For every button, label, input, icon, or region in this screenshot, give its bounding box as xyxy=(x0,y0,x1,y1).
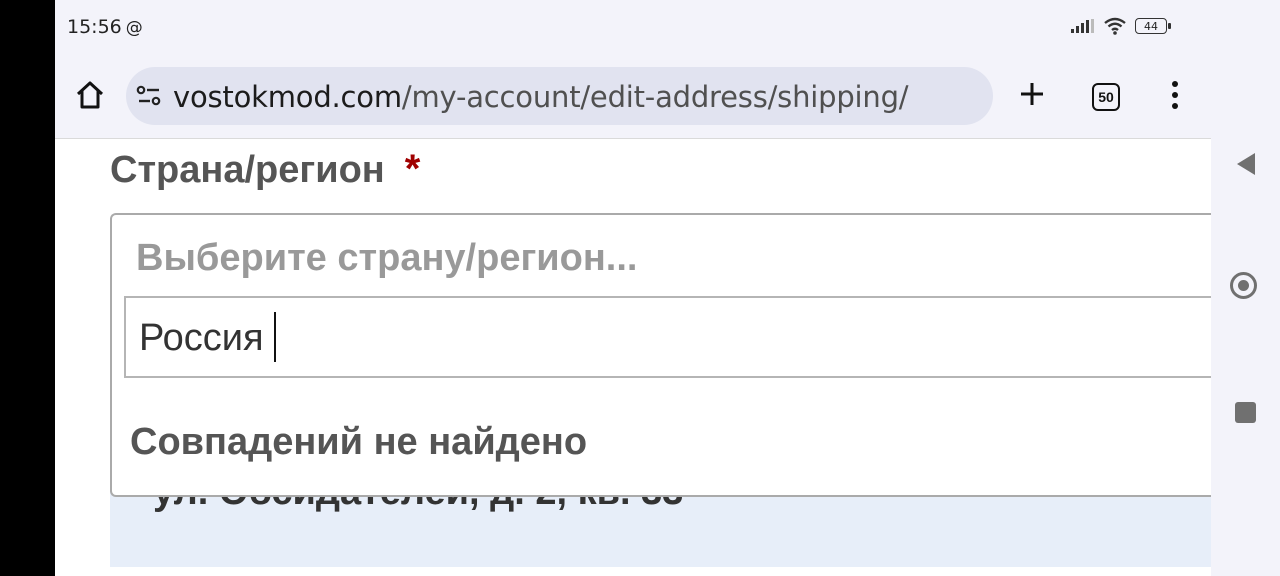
status-time: 15:56 @ xyxy=(67,16,143,38)
more-vert-icon[interactable] xyxy=(1165,81,1185,111)
battery-icon: 44 xyxy=(1135,18,1171,34)
country-search-input[interactable]: Россия xyxy=(124,296,1211,378)
back-icon[interactable] xyxy=(1235,151,1257,177)
select-placeholder[interactable]: Выберите страну/регион... xyxy=(136,237,637,280)
browser-screen: 15:56 @ 44 vostokmod.com/my-account/edit… xyxy=(55,0,1211,576)
url-path: /my-account/edit-address/shipping/ xyxy=(401,80,909,114)
plus-icon[interactable] xyxy=(1018,80,1046,108)
search-value[interactable]: Россия xyxy=(139,311,276,362)
signal-icon xyxy=(1071,19,1094,33)
recents-icon[interactable] xyxy=(1235,402,1256,423)
battery-level: 44 xyxy=(1144,19,1158,33)
navigation-bar xyxy=(1211,0,1280,576)
url-domain: vostokmod.com xyxy=(173,80,402,114)
browser-toolbar: vostokmod.com/my-account/edit-address/sh… xyxy=(55,62,1211,132)
country-label-text: Страна/регион xyxy=(110,149,385,191)
search-value-text: Россия xyxy=(139,317,264,359)
url-text[interactable]: vostokmod.com/my-account/edit-address/sh… xyxy=(173,80,909,114)
text-cursor xyxy=(273,311,276,362)
clock: 15:56 xyxy=(67,16,122,38)
page-content: Страна/регион* ул. Обсидателей, д. 2, кв… xyxy=(55,138,1211,576)
status-icons: 44 xyxy=(1071,17,1171,35)
country-label: Страна/регион * xyxy=(110,147,420,192)
home-icon[interactable] xyxy=(75,80,105,110)
wifi-icon xyxy=(1104,17,1126,35)
address-bar[interactable]: vostokmod.com/my-account/edit-address/sh… xyxy=(126,67,993,125)
no-results-message: Совпадений не найдено xyxy=(130,421,588,463)
country-dropdown[interactable]: Выберите страну/регион... Россия Совпаде… xyxy=(110,213,1211,497)
tab-count: 50 xyxy=(1098,89,1114,105)
tab-switcher-icon[interactable]: 50 xyxy=(1092,83,1120,111)
notification-icon: @ xyxy=(125,18,143,38)
required-mark: * xyxy=(404,147,421,191)
tune-icon[interactable] xyxy=(136,85,162,107)
home-nav-icon[interactable] xyxy=(1230,272,1257,299)
